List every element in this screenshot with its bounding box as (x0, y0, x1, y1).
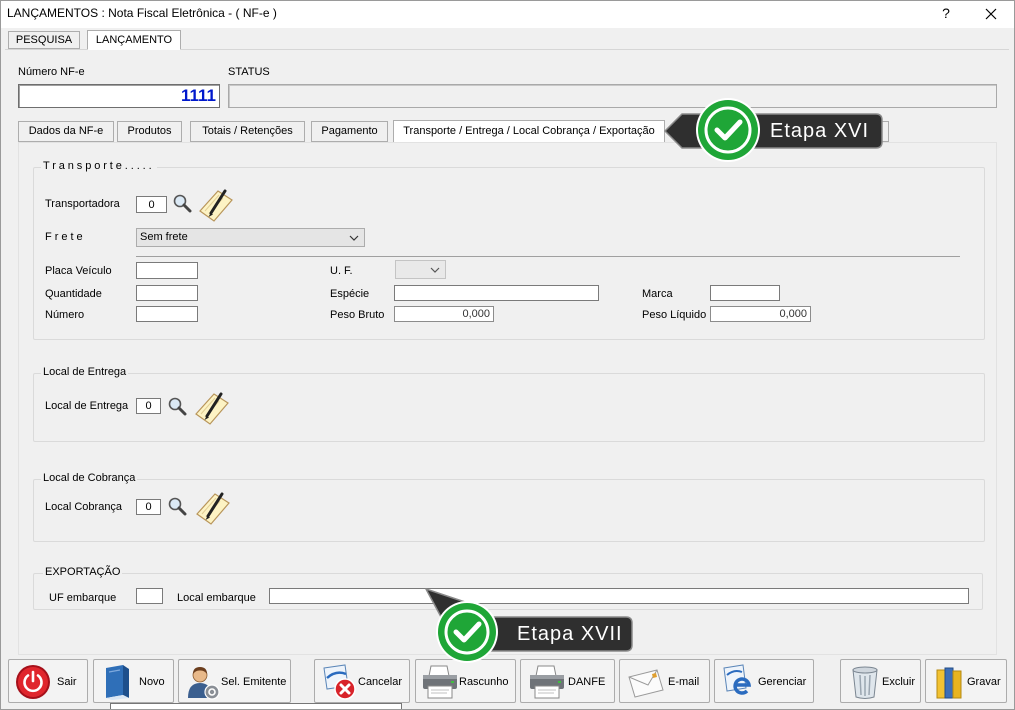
excluir-label: Excluir (882, 676, 916, 688)
power-icon (16, 665, 50, 699)
nf-cancel-icon (323, 664, 356, 700)
envelope-icon (628, 669, 664, 698)
peso-bruto-input[interactable] (394, 306, 494, 322)
uf-label: U. F. (330, 265, 353, 277)
printer-icon (530, 665, 564, 699)
close-button[interactable] (981, 4, 1001, 24)
notepad-pencil-icon[interactable] (197, 186, 235, 223)
notepad-pencil-icon[interactable] (194, 489, 232, 526)
novo-button[interactable]: Novo (93, 659, 174, 703)
check-circle-icon (696, 98, 760, 162)
help-button[interactable]: ? (939, 5, 953, 21)
sair-label: Sair (57, 676, 77, 688)
tab-pesquisa-label: PESQUISA (15, 34, 73, 46)
transportadora-code-input[interactable] (136, 196, 167, 213)
magnifier-icon[interactable] (172, 193, 192, 213)
tab-transporte[interactable]: Transporte / Entrega / Local Cobrança / … (393, 120, 665, 143)
title-bar: LANÇAMENTOS : Nota Fiscal Eletrônica - (… (0, 0, 1015, 28)
window-title: LANÇAMENTOS : Nota Fiscal Eletrônica - (… (7, 6, 277, 20)
numero-input[interactable] (136, 306, 198, 322)
uf-select[interactable] (395, 260, 446, 279)
peso-bruto-label: Peso Bruto (330, 309, 385, 321)
excluir-button[interactable]: Excluir (840, 659, 921, 703)
danfe-label: DANFE (568, 676, 606, 688)
rascunho-label: Rascunho (459, 676, 509, 688)
placa-veiculo-label: Placa Veículo (45, 265, 112, 277)
exportacao-group-title: EXPORTAÇÃO (43, 566, 123, 579)
peso-liquido-input[interactable] (710, 306, 811, 322)
status-label: STATUS (228, 66, 270, 78)
binders-icon (936, 667, 962, 699)
local-entrega-code-input[interactable] (136, 398, 161, 414)
local-cobranca-label: Local Cobrança (45, 501, 123, 513)
uf-embarque-label: UF embarque (49, 592, 117, 604)
local-entrega-label: Local de Entrega (45, 400, 129, 412)
trash-icon (852, 666, 878, 699)
sel-emitente-label: Sel. Emitente (221, 676, 287, 688)
gerenciar-button[interactable]: Gerenciar (714, 659, 814, 703)
chevron-down-icon (430, 267, 440, 273)
nfe-number-label: Número NF-e (18, 66, 85, 78)
email-label: E-mail (668, 676, 700, 688)
tooltip (110, 703, 402, 710)
check-circle-icon (436, 601, 498, 663)
uf-embarque-input[interactable] (136, 588, 163, 604)
frete-select[interactable]: Sem frete (136, 228, 365, 247)
step-callout-17-label: Etapa XVII (517, 623, 623, 645)
marca-label: Marca (642, 288, 673, 300)
tab-pesquisa[interactable]: PESQUISA (8, 31, 80, 49)
local-entrega-group-title: Local de Entrega (41, 366, 129, 379)
gravar-button[interactable]: Gravar (925, 659, 1007, 703)
notepad-pencil-icon[interactable] (193, 389, 231, 426)
close-icon (985, 8, 997, 20)
tab-totais-retencoes-label: Totais / Retenções (202, 125, 293, 137)
magnifier-icon[interactable] (167, 496, 187, 516)
especie-input[interactable] (394, 285, 599, 301)
nfe-icon (723, 664, 752, 695)
tab-lancamento[interactable]: LANÇAMENTO (87, 30, 181, 50)
cancelar-label: Cancelar (358, 676, 403, 688)
tab-lancamento-label: LANÇAMENTO (95, 34, 173, 46)
tab-produtos-label: Produtos (127, 125, 172, 137)
local-embarque-label: Local embarque (177, 592, 256, 604)
transporte-group-title: Transporte..... (41, 160, 157, 173)
quantidade-input[interactable] (136, 285, 198, 301)
tab-produtos[interactable]: Produtos (117, 121, 182, 142)
tab-transporte-label: Transporte / Entrega / Local Cobrança / … (403, 125, 655, 137)
printer-icon (423, 665, 457, 699)
sel-emitente-button[interactable]: Sel. Emitente (178, 659, 291, 703)
chevron-down-icon (349, 235, 359, 241)
marca-input[interactable] (710, 285, 780, 301)
frete-label: Frete (45, 231, 86, 243)
tab-pagamento[interactable]: Pagamento (311, 121, 388, 142)
tab-dados-nfe[interactable]: Dados da NF-e (18, 121, 114, 142)
tab-pagamento-label: Pagamento (321, 125, 378, 137)
peso-liquido-label: Peso Líquido (642, 309, 707, 321)
placa-veiculo-input[interactable] (136, 262, 198, 279)
novo-label: Novo (139, 676, 165, 688)
book-icon (106, 665, 129, 700)
cancelar-button[interactable]: Cancelar (314, 659, 410, 703)
gravar-label: Gravar (967, 676, 1001, 688)
tab-totais-retencoes[interactable]: Totais / Retenções (190, 121, 305, 142)
quantidade-label: Quantidade (45, 288, 102, 300)
magnifier-icon[interactable] (167, 396, 187, 416)
frete-select-value: Sem frete (140, 231, 188, 243)
user-icon (188, 667, 220, 700)
transportadora-label: Transportadora (45, 198, 120, 210)
sair-button[interactable]: Sair (8, 659, 88, 703)
tab-dados-nfe-label: Dados da NF-e (28, 125, 104, 137)
local-cobranca-group-title: Local de Cobrança (41, 472, 138, 485)
transporte-divider (136, 256, 960, 257)
nfe-number-input[interactable] (18, 84, 220, 108)
local-cobranca-code-input[interactable] (136, 499, 161, 515)
step-callout-16-label: Etapa XVI (770, 120, 870, 142)
numero-label: Número (45, 309, 85, 321)
gerenciar-label: Gerenciar (758, 676, 807, 688)
especie-label: Espécie (330, 288, 370, 300)
